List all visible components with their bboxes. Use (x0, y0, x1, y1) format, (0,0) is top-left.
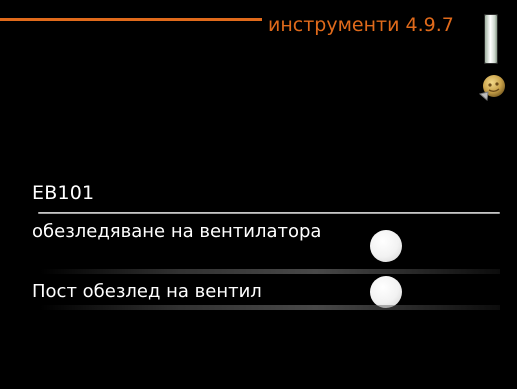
list-item-post-defrost[interactable]: Пост обезлед на вентил (32, 276, 500, 310)
row-divider (40, 305, 500, 310)
section-label: EB101 (32, 182, 95, 204)
scroll-indicator-icon[interactable] (484, 14, 498, 64)
header-rule (0, 18, 262, 21)
page-title: инструменти 4.9.7 (268, 14, 454, 36)
toggle-post-defrost[interactable] (370, 276, 402, 308)
row-divider (40, 269, 500, 274)
list-item-label: Пост обезлед на вентил (32, 281, 262, 302)
section-divider (38, 212, 500, 214)
help-icon[interactable] (476, 72, 508, 104)
list-item-fan-defrost[interactable]: обезледяване на вентилатора (32, 220, 500, 274)
list-item-label: обезледяване на вентилатора (32, 221, 322, 242)
toggle-fan-defrost[interactable] (370, 230, 402, 262)
